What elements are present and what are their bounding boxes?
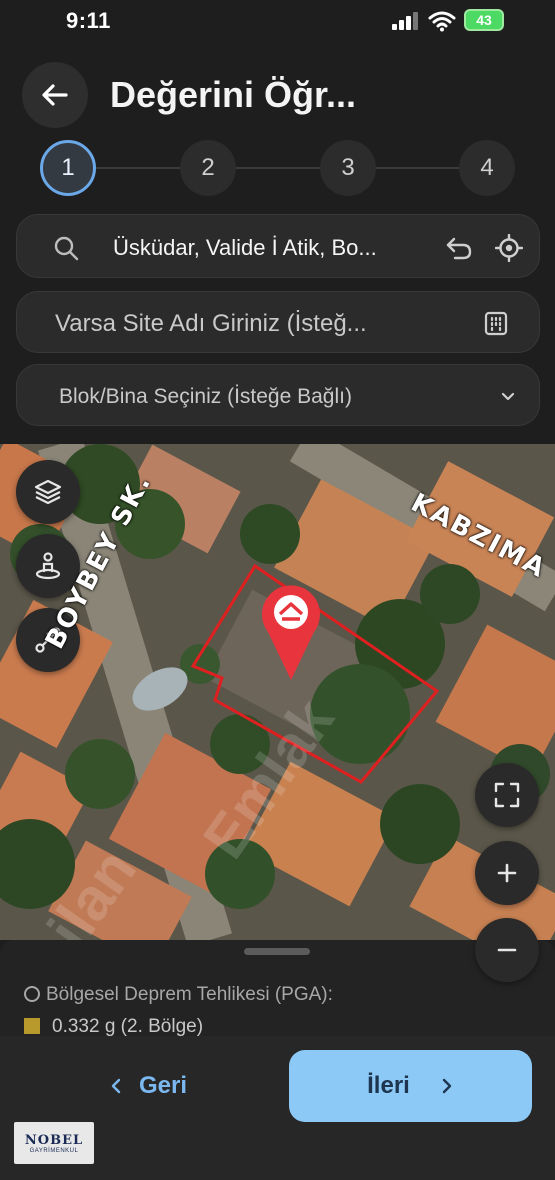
step-2[interactable]: 2 (180, 140, 236, 196)
zoom-in-button[interactable] (475, 841, 539, 905)
battery-indicator: 43 (464, 9, 504, 31)
street-view-icon (35, 552, 61, 580)
previous-button-label: Geri (138, 1072, 188, 1099)
step-3[interactable]: 3 (320, 140, 376, 196)
address-search-field[interactable]: Üsküdar, Valide İ Atik, Bo... (16, 214, 540, 278)
pga-value: 0.332 g (2. Bölge) (24, 1016, 203, 1038)
chevron-down-icon (501, 392, 515, 401)
status-time: 9:11 (66, 8, 111, 33)
step-4[interactable]: 4 (459, 140, 515, 196)
pga-label-text: Bölgesel Deprem Tehlikesi (PGA): (46, 984, 333, 1005)
fullscreen-icon (494, 782, 520, 808)
sheet-drag-handle[interactable] (244, 948, 310, 955)
block-select[interactable]: Blok/Bina Seçiniz (İsteğe Bağlı) (16, 364, 540, 426)
layers-button[interactable] (16, 460, 80, 524)
address-search-value[interactable]: Üsküdar, Valide İ Atik, Bo... (113, 235, 433, 261)
zoom-out-button[interactable] (475, 918, 539, 982)
chevron-right-icon (442, 1078, 452, 1094)
chevron-left-icon (111, 1078, 121, 1094)
info-icon (24, 986, 40, 1002)
previous-button[interactable]: Geri (24, 1050, 272, 1122)
pga-color-swatch (24, 1018, 40, 1034)
block-select-placeholder: Blok/Bina Seçiniz (İsteğe Bağlı) (59, 385, 352, 408)
step-connector (96, 167, 180, 169)
current-location-icon[interactable] (495, 234, 523, 262)
wifi-icon (428, 11, 456, 32)
stepper: 1 2 3 4 (40, 140, 515, 196)
building-icon (484, 311, 508, 336)
site-name-placeholder: Varsa Site Adı Giriniz (İsteğ... (55, 310, 367, 337)
step-connector (236, 167, 320, 169)
fullscreen-button[interactable] (475, 763, 539, 827)
page-title: Değerini Öğr... (110, 74, 357, 115)
nobel-logo: NOBEL GAYRİMENKUL (14, 1122, 94, 1164)
layers-icon (34, 479, 62, 505)
location-pin-icon[interactable] (260, 582, 322, 682)
arrow-left-icon (42, 84, 68, 106)
battery-level: 43 (476, 12, 492, 28)
plus-icon (497, 863, 517, 883)
pga-value-text: 0.332 g (2. Bölge) (52, 1016, 204, 1037)
minus-icon (497, 948, 517, 952)
logo-text: NOBEL (24, 1132, 84, 1148)
step-1[interactable]: 1 (40, 140, 96, 196)
logo-subtext: GAYRİMENKUL (29, 1147, 79, 1154)
step-connector (376, 167, 460, 169)
next-button[interactable]: İleri (289, 1050, 532, 1122)
next-button-label: İleri (367, 1072, 410, 1099)
search-icon (54, 236, 79, 261)
pga-label: Bölgesel Deprem Tehlikesi (PGA): (24, 984, 333, 1006)
status-bar: 9:11 43 (0, 0, 555, 44)
cellular-signal-icon (392, 12, 418, 30)
back-button[interactable] (22, 62, 88, 128)
site-name-field[interactable]: Varsa Site Adı Giriniz (İsteğ... (16, 291, 540, 353)
undo-icon[interactable] (445, 235, 473, 261)
